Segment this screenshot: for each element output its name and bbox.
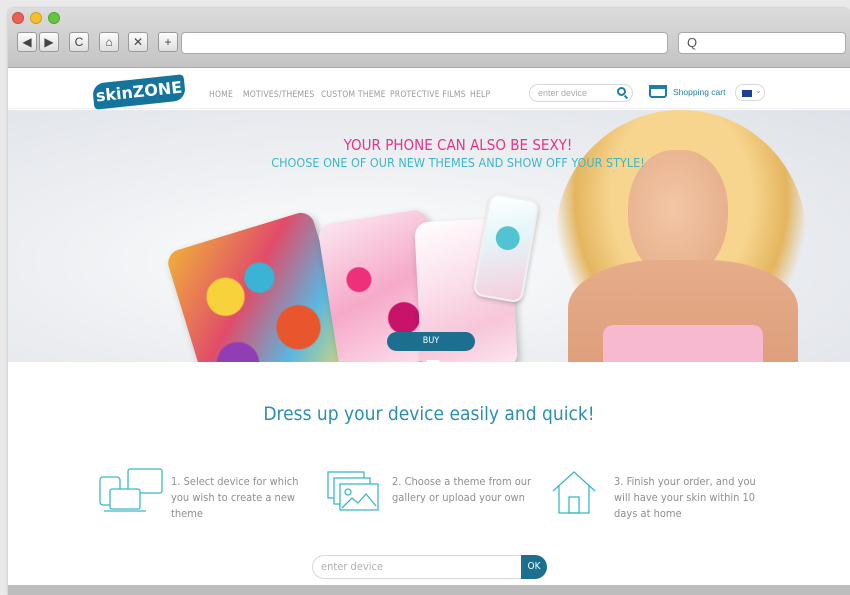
nav-home[interactable]: HOME	[209, 90, 233, 100]
browser-window: ◀ ▶ C ⌂ ✕ + Q skinZONE HOME MOTIVES/THEM…	[8, 8, 850, 595]
gallery-icon	[327, 471, 379, 511]
reload-button[interactable]: C	[69, 32, 89, 52]
eu-flag-icon	[742, 90, 752, 97]
device-input-placeholder: enter device	[321, 560, 384, 573]
nav-protective-films[interactable]: PROTECTIVE FILMS	[390, 90, 466, 100]
search-icon: Q	[687, 35, 698, 50]
home-icon	[552, 471, 596, 514]
new-tab-button[interactable]: +	[158, 32, 178, 52]
buy-button[interactable]: BUY	[387, 332, 475, 351]
chevron-down-icon: ⌄	[755, 86, 762, 95]
hero-pointer	[426, 360, 440, 368]
browser-toolbar: ◀ ▶ C ⌂ ✕ + Q	[8, 8, 850, 68]
step-1-text: 1. Select device for which you wish to c…	[171, 475, 299, 520]
ok-button[interactable]: OK	[521, 555, 547, 579]
section-title: Dress up your device easily and quick!	[263, 403, 595, 425]
header-device-search[interactable]: enter device	[529, 84, 633, 102]
nav-help[interactable]: HELP	[470, 90, 490, 100]
header-search-placeholder: enter device	[538, 88, 588, 98]
minimize-window-icon[interactable]	[30, 12, 42, 24]
address-bar[interactable]	[181, 32, 668, 54]
step-2-text: 2. Choose a theme from our gallery or up…	[392, 475, 532, 504]
hero-headline: YOUR PHONE CAN ALSO BE SEXY!	[343, 136, 573, 154]
home-button[interactable]: ⌂	[99, 32, 119, 52]
shopping-cart-icon[interactable]	[649, 85, 667, 98]
nav-motives-themes[interactable]: MOTIVES/THEMES	[243, 90, 314, 100]
forward-button[interactable]: ▶	[39, 32, 59, 52]
shopping-cart-link[interactable]: Shopping cart	[673, 87, 725, 97]
back-button[interactable]: ◀	[17, 32, 37, 52]
search-icon[interactable]	[617, 87, 626, 96]
maximize-window-icon[interactable]	[48, 12, 60, 24]
model-top	[603, 325, 763, 362]
footer-bar	[8, 585, 850, 595]
step-3-text: 3. Finish your order, and you will have …	[614, 475, 756, 520]
hero-subheadline: CHOOSE ONE OF OUR NEW THEMES AND SHOW OF…	[271, 155, 645, 170]
device-input[interactable]: enter device	[312, 555, 524, 579]
language-selector[interactable]: ⌄	[735, 84, 765, 101]
devices-icon	[99, 468, 163, 512]
site-header: skinZONE HOME MOTIVES/THEMES CUSTOM THEM…	[8, 69, 850, 110]
skinzone-logo[interactable]: skinZONE	[91, 74, 187, 110]
nav-custom-theme[interactable]: CUSTOM THEME	[321, 90, 386, 100]
browser-search-field[interactable]: Q	[678, 32, 846, 54]
close-window-icon[interactable]	[12, 12, 24, 24]
phone-in-hand	[472, 192, 540, 304]
hero-banner: YOUR PHONE CAN ALSO BE SEXY! CHOOSE ONE …	[8, 110, 850, 362]
stop-button[interactable]: ✕	[128, 32, 148, 52]
